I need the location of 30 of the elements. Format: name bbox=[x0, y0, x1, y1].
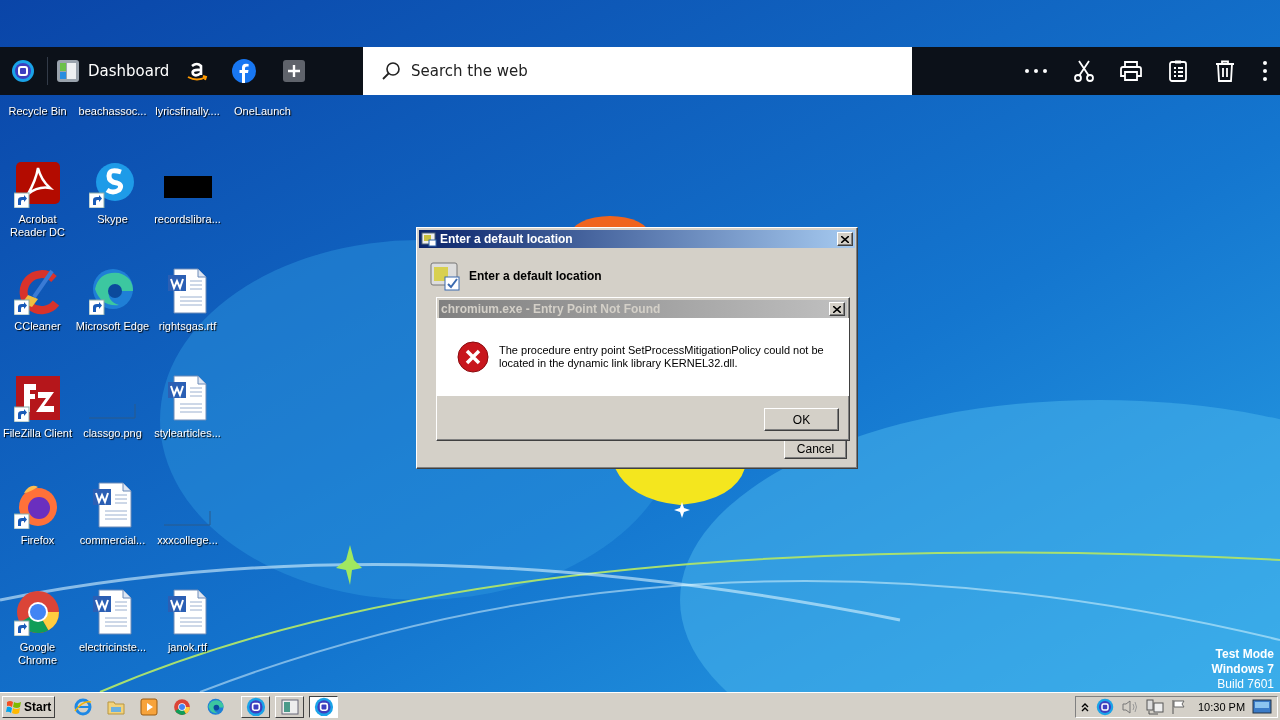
icon-label[interactable]: rightsgas.rtf bbox=[158, 320, 217, 333]
icon-label[interactable]: stylearticles... bbox=[154, 427, 221, 440]
dialog-button[interactable]: OK bbox=[764, 408, 839, 431]
icon-label[interactable]: janok.rtf bbox=[167, 641, 208, 654]
icon-label[interactable]: OneLaunch bbox=[234, 105, 291, 118]
icon-label[interactable]: commercial... bbox=[79, 534, 146, 547]
icon-label[interactable]: Acrobat Reader DC bbox=[10, 213, 65, 239]
icon-label[interactable]: CCleaner bbox=[14, 320, 61, 333]
search-field[interactable]: Search the web bbox=[363, 47, 912, 95]
icon-label[interactable]: recordslibra... bbox=[154, 213, 221, 226]
dialog-heading: Enter a default location bbox=[469, 269, 602, 283]
icon-label[interactable]: electricinste... bbox=[78, 641, 147, 654]
icon-label[interactable]: Microsoft Edge bbox=[75, 320, 150, 333]
icon-label[interactable]: xxxcollege... bbox=[157, 534, 218, 547]
icon-label[interactable]: Firefox bbox=[20, 534, 55, 547]
window-title: Enter a default location bbox=[440, 232, 574, 246]
system-notice-text: Windows 7 bbox=[1211, 662, 1274, 677]
icon-label[interactable]: Google Chrome bbox=[17, 641, 58, 667]
clock[interactable]: 10:30 PM bbox=[1198, 700, 1246, 713]
dashboard-button[interactable]: Dashboard bbox=[56, 59, 170, 83]
icon-label[interactable]: Recycle Bin bbox=[8, 105, 67, 118]
icon-label[interactable]: FileZilla Client bbox=[2, 427, 73, 440]
start-button[interactable]: Start bbox=[2, 695, 56, 718]
error-message: The procedure entry point SetProcessMitigationPolicy could not be located in the dynamic link library KERNEL32.dll. bbox=[499, 344, 825, 370]
icon-label[interactable]: lyricsfinally.... bbox=[155, 105, 220, 118]
icon-label[interactable]: Skype bbox=[97, 213, 128, 226]
system-notice-text: Test Mode bbox=[1215, 647, 1274, 662]
icon-label[interactable]: beachassoc... bbox=[78, 105, 147, 118]
system-notice-text: Build 7601 bbox=[1217, 677, 1274, 692]
icon-label[interactable]: classgo.png bbox=[83, 427, 142, 440]
